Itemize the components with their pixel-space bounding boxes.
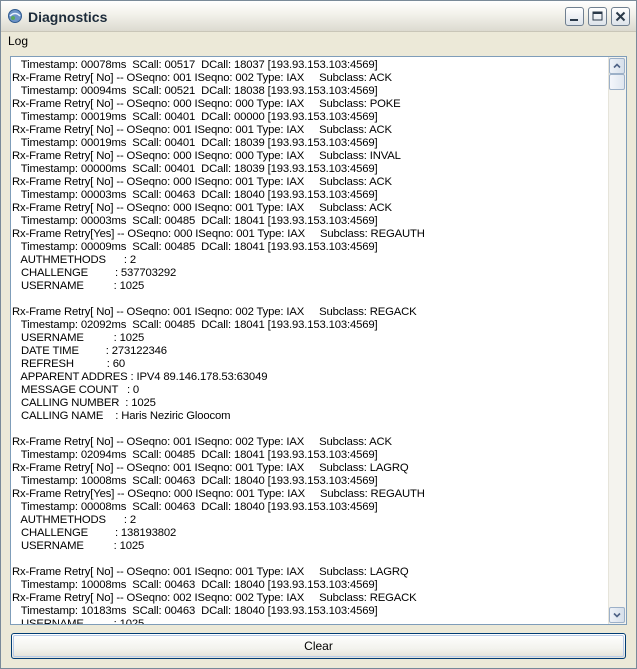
log-textarea[interactable]: Timestamp: 00078ms SCall: 00517 DCall: 1… — [10, 56, 627, 625]
log-line: Timestamp: 00008ms SCall: 00463 DCall: 1… — [12, 501, 378, 513]
log-line: CHALLENGE : 537703292 — [12, 267, 177, 279]
log-line: Timestamp: 00009ms SCall: 00485 DCall: 1… — [12, 241, 378, 253]
log-line: USERNAME : 1025 — [12, 332, 145, 344]
log-line: DATE TIME : 273122346 — [12, 345, 167, 357]
log-line: Rx-Frame Retry[ No] -- OSeqno: 001 ISeqn… — [12, 72, 392, 84]
maximize-icon — [592, 11, 603, 21]
log-line: REFRESH : 60 — [12, 358, 126, 370]
minimize-icon — [570, 19, 578, 21]
log-line: Timestamp: 10008ms SCall: 00463 DCall: 1… — [12, 579, 378, 591]
vertical-scrollbar[interactable] — [608, 57, 626, 624]
clear-button[interactable]: Clear — [11, 633, 626, 659]
minimize-button[interactable] — [565, 7, 584, 26]
menu-bar: Log — [1, 32, 636, 51]
scroll-up-button[interactable] — [609, 58, 625, 74]
log-line: Timestamp: 02094ms SCall: 00485 DCall: 1… — [12, 449, 378, 461]
log-line: Rx-Frame Retry[ No] -- OSeqno: 001 ISeqn… — [12, 124, 392, 136]
log-line: USERNAME : 1025 — [12, 280, 145, 292]
log-line: Rx-Frame Retry[Yes] -- OSeqno: 000 ISeqn… — [12, 228, 425, 240]
log-line: CALLING NUMBER : 1025 — [12, 397, 156, 409]
log-line: CHALLENGE : 138193802 — [12, 527, 177, 539]
log-line: Timestamp: 00094ms SCall: 00521 DCall: 1… — [12, 85, 378, 97]
log-line: APPARENT ADDRES : IPV4 89.146.178.53:630… — [12, 371, 268, 383]
log-line: AUTHMETHODS : 2 — [12, 254, 136, 266]
log-line: Timestamp: 10008ms SCall: 00463 DCall: 1… — [12, 475, 378, 487]
log-line: Timestamp: 00019ms SCall: 00401 DCall: 1… — [12, 137, 378, 149]
menu-log[interactable]: Log — [8, 34, 28, 48]
scroll-thumb[interactable] — [609, 74, 625, 90]
log-line: Timestamp: 02092ms SCall: 00485 DCall: 1… — [12, 319, 378, 331]
log-line: Rx-Frame Retry[ No] -- OSeqno: 000 ISeqn… — [12, 150, 401, 162]
log-line: Timestamp: 10183ms SCall: 00463 DCall: 1… — [12, 605, 378, 617]
log-line: Rx-Frame Retry[ No] -- OSeqno: 001 ISeqn… — [12, 306, 417, 318]
log-line: Timestamp: 00000ms SCall: 00401 DCall: 1… — [12, 163, 378, 175]
diagnostics-window: Diagnostics Log Timestamp: 00078ms SCall… — [0, 0, 637, 669]
log-line: Rx-Frame Retry[ No] -- OSeqno: 002 ISeqn… — [12, 592, 417, 604]
close-button[interactable] — [611, 7, 630, 26]
log-line: CALLING NAME : Haris Neziric Gloocom — [12, 410, 231, 422]
log-line: Rx-Frame Retry[Yes] -- OSeqno: 000 ISeqn… — [12, 488, 425, 500]
log-line: Timestamp: 00078ms SCall: 00517 DCall: 1… — [12, 59, 378, 71]
diagnostics-app-icon — [7, 8, 23, 24]
log-line: USERNAME : 1025 — [12, 540, 145, 552]
log-line: Rx-Frame Retry[ No] -- OSeqno: 001 ISeqn… — [12, 436, 392, 448]
log-line: Rx-Frame Retry[ No] -- OSeqno: 001 ISeqn… — [12, 462, 409, 474]
log-line: MESSAGE COUNT : 0 — [12, 384, 140, 396]
log-line: USERNAME : 1025 — [12, 618, 145, 625]
log-line: Timestamp: 00003ms SCall: 00463 DCall: 1… — [12, 189, 378, 201]
close-icon — [615, 11, 626, 22]
log-line: Timestamp: 00019ms SCall: 00401 DCall: 0… — [12, 111, 378, 123]
log-line: Rx-Frame Retry[ No] -- OSeqno: 000 ISeqn… — [12, 202, 392, 214]
log-line: Rx-Frame Retry[ No] -- OSeqno: 000 ISeqn… — [12, 176, 392, 188]
log-line: AUTHMETHODS : 2 — [12, 514, 136, 526]
maximize-button[interactable] — [588, 7, 607, 26]
window-title: Diagnostics — [28, 9, 108, 25]
title-bar[interactable]: Diagnostics — [1, 1, 636, 32]
log-line: Rx-Frame Retry[ No] -- OSeqno: 001 ISeqn… — [12, 566, 409, 578]
chevron-down-icon — [613, 612, 621, 618]
scroll-down-button[interactable] — [609, 607, 625, 623]
log-line: Rx-Frame Retry[ No] -- OSeqno: 000 ISeqn… — [12, 98, 401, 110]
chevron-up-icon — [613, 63, 621, 69]
log-line: Timestamp: 00003ms SCall: 00485 DCall: 1… — [12, 215, 378, 227]
log-content: Timestamp: 00078ms SCall: 00517 DCall: 1… — [12, 59, 610, 625]
